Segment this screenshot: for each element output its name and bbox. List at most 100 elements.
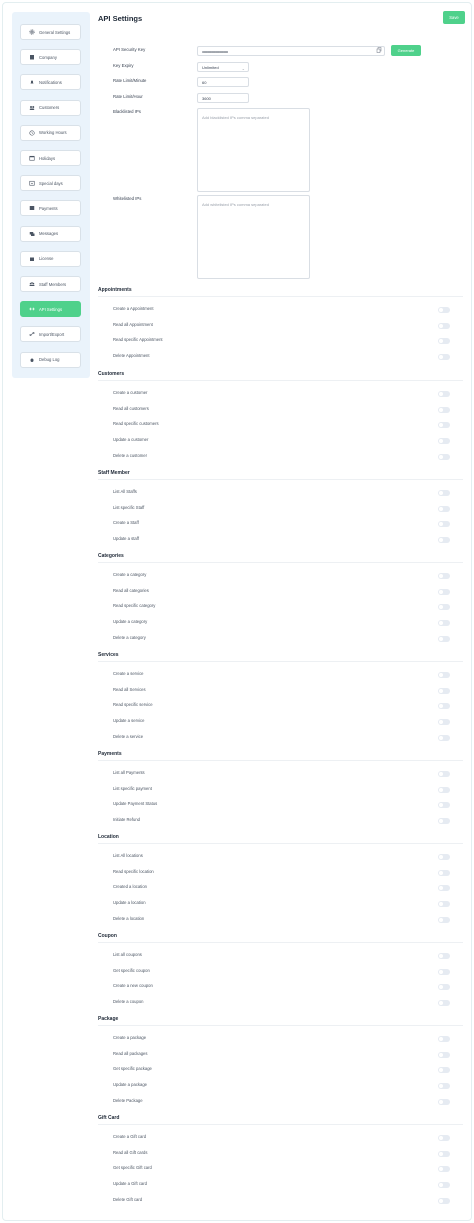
permission-toggle[interactable]	[438, 1150, 450, 1157]
sidebar-item-special-days[interactable]: Special days	[20, 175, 81, 192]
permission-toggle[interactable]	[438, 635, 450, 642]
permission-label: Create a service	[113, 671, 144, 676]
permission-toggle[interactable]	[438, 687, 450, 694]
permission-toggle[interactable]	[438, 771, 450, 777]
section-divider	[98, 1124, 463, 1125]
blacklist-placeholder: Add blacklisted IPs comma separated	[202, 115, 269, 120]
permission-label: List specific Staff	[113, 504, 145, 510]
sidebar-item-label: Holidays	[39, 155, 56, 161]
sidebar-item-license[interactable]: License	[20, 250, 81, 267]
permission-label: Delete a service	[113, 733, 144, 739]
key-expiry-label: Key Expiry	[113, 63, 134, 68]
copy-icon[interactable]	[376, 47, 382, 53]
permission-label: Update a package	[113, 1082, 147, 1088]
bell-icon	[29, 79, 35, 85]
permission-toggle[interactable]	[438, 703, 450, 710]
sidebar-item-staff-members[interactable]: Staff Members	[20, 276, 81, 292]
permission-toggle[interactable]	[438, 984, 450, 991]
whitelist-textarea[interactable]: Add whitelisted IPs comma separated	[197, 195, 310, 279]
permission-toggle[interactable]	[438, 672, 450, 678]
sidebar-item-api-settings[interactable]: API Settings	[20, 301, 81, 318]
permission-toggle[interactable]	[438, 338, 450, 345]
permission-label: List specific payment	[113, 785, 152, 791]
permission-toggle[interactable]	[438, 1036, 450, 1042]
blacklist-textarea[interactable]: Add blacklisted IPs comma separated	[197, 108, 310, 192]
permission-label: Read specific Appointment	[113, 337, 163, 343]
permission-toggle[interactable]	[438, 453, 450, 460]
permission-toggle[interactable]	[438, 307, 450, 313]
permission-toggle[interactable]	[438, 438, 450, 445]
sidebar-item-customers[interactable]: Customers	[20, 99, 81, 116]
permission-toggle[interactable]	[438, 573, 450, 579]
key-expiry-select[interactable]: Unlimited ⌄	[197, 62, 249, 72]
rate-minute-value: 60	[202, 79, 207, 85]
permission-toggle[interactable]	[438, 719, 450, 726]
permission-toggle[interactable]	[438, 1067, 450, 1074]
permission-toggle[interactable]	[438, 537, 450, 544]
permission-toggle[interactable]	[438, 620, 450, 627]
permission-toggle[interactable]	[438, 1051, 450, 1058]
building-icon	[29, 54, 35, 60]
permission-toggle[interactable]	[438, 490, 450, 496]
sidebar-item-label: Debug Log	[39, 357, 60, 363]
section-title: Services	[98, 652, 119, 658]
permission-toggle[interactable]	[438, 406, 450, 413]
sidebar-item-working-hours[interactable]: Working Hours	[20, 124, 81, 141]
permission-toggle[interactable]	[438, 322, 450, 329]
generate-button[interactable]: Generate	[391, 45, 421, 56]
section-title: Staff Member	[98, 470, 130, 476]
blacklist-label: Blacklisted IPs	[113, 109, 141, 114]
permission-toggle[interactable]	[438, 391, 450, 397]
license-icon	[29, 256, 35, 262]
permission-toggle[interactable]	[438, 1000, 450, 1007]
permission-toggle[interactable]	[438, 1166, 450, 1173]
permission-toggle[interactable]	[438, 1098, 450, 1105]
sidebar-item-notifications[interactable]: Notifications	[20, 74, 81, 91]
sidebar-item-label: Company	[39, 54, 57, 60]
sidebar-item-label: General Settings	[39, 29, 71, 35]
sidebar-item-label: Messages	[39, 231, 59, 237]
sidebar-item-import-export[interactable]: Import/Export	[20, 326, 81, 343]
permission-toggle[interactable]	[438, 818, 450, 825]
section-title: Payments	[98, 751, 122, 757]
chevron-down-icon: ⌄	[241, 66, 245, 71]
permission-toggle[interactable]	[438, 505, 450, 512]
security-key-field[interactable]: ••••••••••••••••••••••••••••••••	[197, 46, 385, 56]
permission-toggle[interactable]	[438, 802, 450, 809]
permission-toggle[interactable]	[438, 901, 450, 908]
permission-toggle[interactable]	[438, 1182, 450, 1189]
save-button[interactable]: Save	[443, 11, 465, 24]
permission-toggle[interactable]	[438, 916, 450, 923]
permission-toggle[interactable]	[438, 1197, 450, 1204]
permission-toggle[interactable]	[438, 354, 450, 361]
permission-label: Read specific service	[113, 702, 153, 708]
permission-toggle[interactable]	[438, 869, 450, 876]
permission-toggle[interactable]	[438, 1083, 450, 1090]
permission-toggle[interactable]	[438, 953, 450, 959]
sidebar-item-label: Import/Export	[39, 331, 65, 337]
section-title: Appointments	[98, 287, 132, 293]
settings-sidebar: General Settings Company Notifications Cust…	[12, 12, 90, 378]
permission-toggle[interactable]	[438, 786, 450, 793]
sidebar-item-holidays[interactable]: Holidays	[20, 150, 81, 166]
sidebar-item-messages[interactable]: Messages	[20, 225, 81, 242]
permission-toggle[interactable]	[438, 968, 450, 975]
permission-toggle[interactable]	[438, 604, 450, 611]
permission-toggle[interactable]	[438, 1135, 450, 1141]
permission-toggle[interactable]	[438, 422, 450, 429]
sidebar-item-debug-log[interactable]: Debug Log	[20, 351, 81, 368]
permission-label: List all coupons	[113, 952, 142, 957]
permission-toggle[interactable]	[438, 521, 450, 528]
permission-toggle[interactable]	[438, 885, 450, 892]
permission-toggle[interactable]	[438, 588, 450, 595]
rate-minute-input[interactable]: 60	[197, 77, 249, 87]
permission-toggle[interactable]	[438, 854, 450, 860]
permission-toggle[interactable]	[438, 734, 450, 741]
sidebar-item-payments[interactable]: Payments	[20, 200, 81, 217]
sidebar-item-general-settings[interactable]: General Settings	[20, 24, 81, 40]
rate-hour-input[interactable]: 3600	[197, 93, 249, 103]
chat-icon	[29, 231, 35, 237]
bug-icon	[29, 357, 35, 363]
permission-label: Read all categories	[113, 587, 149, 593]
sidebar-item-company[interactable]: Company	[20, 49, 81, 66]
